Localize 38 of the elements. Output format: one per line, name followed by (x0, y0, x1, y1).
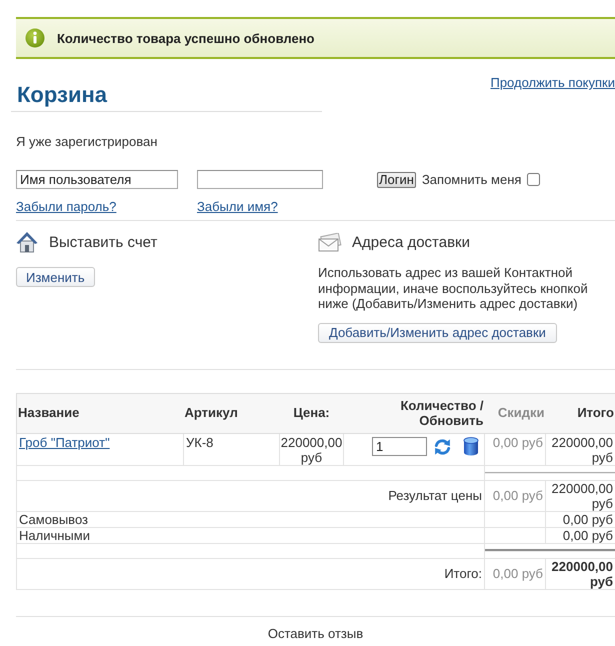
column-header: Итого (546, 393, 615, 433)
shipping-title: Адреса доставки (352, 234, 470, 250)
table-cell: 0,00 руб (484, 480, 546, 511)
quantity-field[interactable]: 1 (372, 437, 427, 456)
review-link[interactable]: Оставить отзыв (268, 626, 364, 642)
forgot-username-link[interactable]: Забыли имя? (197, 199, 278, 215)
remember-label: Запомнить меня (422, 172, 522, 188)
column-header: Количество / Обновить (344, 393, 484, 433)
table-cell: 220000,00 руб (280, 433, 344, 465)
edit-button[interactable]: Изменить (16, 267, 95, 287)
cylinder-icon[interactable] (463, 437, 479, 456)
login-button[interactable]: Логин (377, 172, 416, 188)
column-header: Цена: (280, 393, 344, 433)
page-title: Корзина (11, 82, 322, 112)
continue-shopping-link[interactable]: Продолжить покупки (490, 75, 615, 91)
house-icon (16, 231, 38, 253)
forgot-password-link[interactable]: Забыли пароль? (16, 199, 116, 215)
table-cell: Итого: (16, 558, 484, 589)
table-cell: УК-8 (184, 433, 280, 465)
remember-checkbox[interactable] (527, 173, 540, 186)
edit-address-button[interactable]: Добавить/Изменить адрес доставки (318, 322, 557, 342)
login-heading: Я уже зарегистрирован (16, 134, 158, 150)
billing-title: Выставить счет (49, 234, 158, 250)
table-cell: Самовывоз (16, 511, 484, 527)
shipping-description: Использовать адрес из вашей Контактной информации, иначе воспользуйтесь кнопкой ниже (Добавить/Изменить адрес доставки) (318, 265, 589, 312)
table-cell: 0,00 руб (484, 558, 546, 589)
message-text: Количество товара успешно обновлено (57, 30, 314, 46)
envelope-icon (318, 232, 342, 252)
table-cell: Наличными (16, 527, 484, 543)
column-header: Название (16, 393, 184, 433)
username-field[interactable]: Имя пользователя (16, 170, 178, 189)
password-field[interactable] (197, 170, 323, 189)
refresh-icon[interactable] (433, 436, 452, 456)
table-cell: 0,00 руб (484, 433, 546, 465)
table-cell: Результат цены (16, 480, 484, 511)
info-icon (25, 28, 45, 48)
column-header: Скидки (484, 393, 546, 433)
column-header: Артикул (184, 393, 280, 433)
